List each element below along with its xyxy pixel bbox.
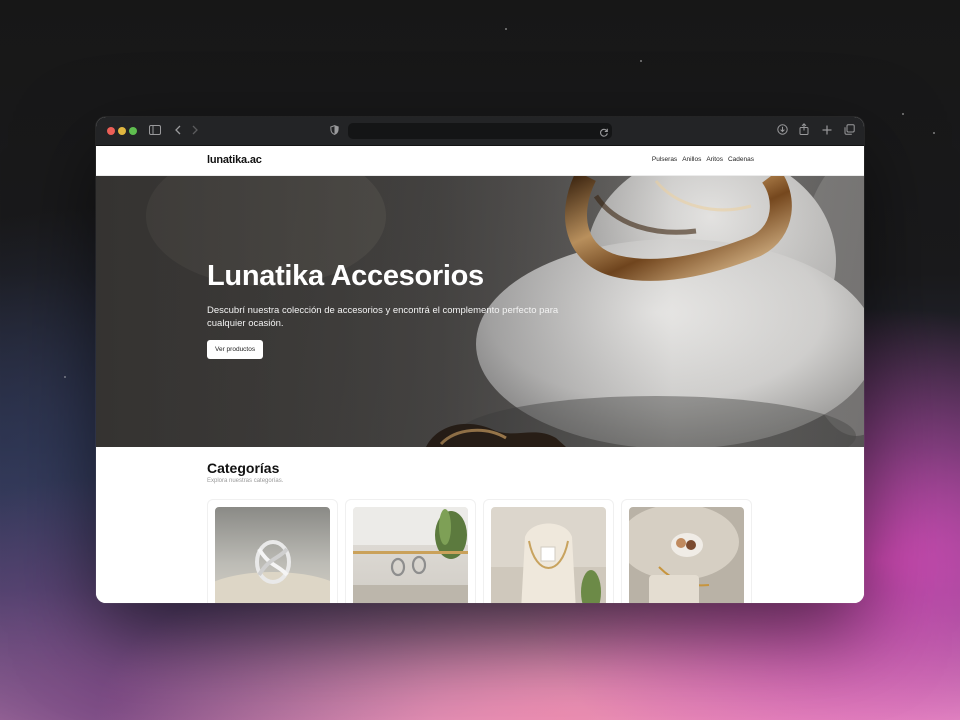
hero-description: Descubrí nuestra colección de accesorios…	[207, 305, 559, 329]
ring-photo	[215, 507, 330, 603]
background-star	[902, 113, 904, 115]
address-bar[interactable]	[348, 123, 612, 139]
background-star	[505, 28, 507, 30]
categories-section: Categorías Explora nuestras categorías.	[96, 447, 864, 603]
downloads-icon[interactable]	[775, 123, 789, 139]
background-star	[64, 376, 66, 378]
hero-title: Lunatika Accesorios	[207, 260, 484, 292]
nav-link-anillos[interactable]: Anillos	[682, 156, 701, 163]
view-products-button[interactable]: Ver productos	[207, 340, 264, 359]
maximize-window-button[interactable]	[129, 127, 137, 135]
share-icon[interactable]	[797, 123, 811, 139]
privacy-shield-icon[interactable]	[328, 123, 340, 139]
category-card-necklace[interactable]	[483, 499, 614, 603]
site-logo[interactable]: lunatika.ac	[207, 154, 262, 166]
nav-link-cadenas[interactable]: Cadenas	[728, 156, 754, 163]
forward-icon[interactable]	[189, 123, 201, 139]
hero-banner: Lunatika Accesorios Descubrí nuestra col…	[96, 176, 864, 447]
background-star	[933, 132, 935, 134]
category-card-bracelet[interactable]	[621, 499, 752, 603]
browser-window: lunatika.ac Pulseras Anillos Aritos Cade…	[96, 117, 864, 603]
site-header: lunatika.ac Pulseras Anillos Aritos Cade…	[96, 146, 864, 176]
categories-subtitle: Explora nuestras categorías.	[207, 478, 284, 484]
category-card-earrings[interactable]	[345, 499, 476, 603]
nav-link-aritos[interactable]: Aritos	[706, 156, 723, 163]
web-page: lunatika.ac Pulseras Anillos Aritos Cade…	[96, 146, 864, 603]
background-star	[640, 60, 642, 62]
nav-link-pulseras[interactable]: Pulseras	[652, 156, 677, 163]
back-icon[interactable]	[172, 123, 184, 139]
close-window-button[interactable]	[107, 127, 115, 135]
bracelet-photo	[629, 507, 744, 603]
minimize-window-button[interactable]	[118, 127, 126, 135]
tab-overview-icon[interactable]	[842, 123, 856, 139]
reload-icon[interactable]	[599, 125, 609, 143]
category-card-ring[interactable]	[207, 499, 338, 603]
site-nav: Pulseras Anillos Aritos Cadenas	[652, 156, 754, 163]
new-tab-icon[interactable]	[820, 123, 834, 139]
necklace-photo	[491, 507, 606, 603]
browser-toolbar	[96, 117, 864, 146]
categories-title: Categorías	[207, 460, 280, 476]
sidebar-toggle-icon[interactable]	[148, 123, 162, 139]
earrings-photo	[353, 507, 468, 603]
